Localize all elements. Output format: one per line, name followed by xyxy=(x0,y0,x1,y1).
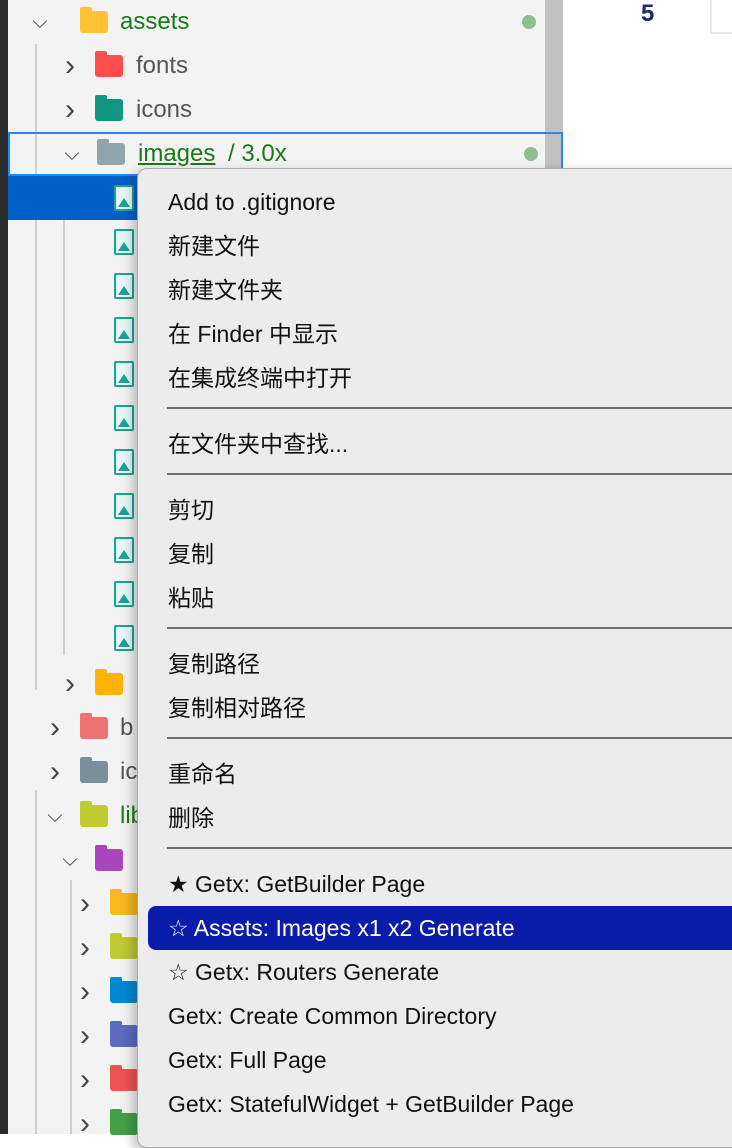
tree-item-label: fonts xyxy=(136,52,189,79)
menu-separator xyxy=(167,473,732,475)
menu-item[interactable]: Getx: Full Page xyxy=(168,1038,327,1082)
chevron-right-icon[interactable]: › xyxy=(60,93,80,127)
folder-purple-icon xyxy=(95,845,123,871)
folder-bag-icon xyxy=(80,713,108,739)
menu-item[interactable]: ☆ Assets: Images x1 x2 Generate xyxy=(148,906,732,950)
chevron-right-icon[interactable]: › xyxy=(45,755,65,789)
folder-i18n-icon xyxy=(110,1021,138,1047)
menu-item[interactable]: 粘贴 xyxy=(168,576,214,620)
menu-item[interactable]: 在 Finder 中显示 xyxy=(168,312,338,356)
menu-item[interactable]: 新建文件 xyxy=(168,224,260,268)
menu-separator xyxy=(167,627,732,629)
tree-item-fonts[interactable]: › fonts xyxy=(8,44,563,88)
context-menu: Add to .gitignore 新建文件 新建文件夹在 Finder 中显示 在集… xyxy=(137,168,732,1148)
menu-item[interactable]: 重命名 xyxy=(168,752,237,796)
tree-item-label: b xyxy=(120,714,134,741)
image-file-icon xyxy=(114,361,134,387)
chevron-down-icon[interactable]: ⌵ xyxy=(45,805,65,828)
menu-separator xyxy=(167,737,732,739)
folder-config-icon xyxy=(95,669,123,695)
chevron-right-icon[interactable]: › xyxy=(75,931,95,965)
chevron-right-icon[interactable]: › xyxy=(75,1107,95,1141)
image-file-icon xyxy=(114,405,134,431)
menu-item[interactable]: ☆ Getx: Routers Generate xyxy=(168,950,439,994)
chevron-right-icon[interactable]: › xyxy=(60,667,80,701)
folder-blue-icon xyxy=(110,977,138,1003)
menu-item[interactable]: 在文件夹中查找... xyxy=(168,422,348,466)
menu-item[interactable]: 复制相对路径 xyxy=(168,686,306,730)
folder-lib-icon xyxy=(80,801,108,827)
menu-item[interactable]: ★ Getx: GetBuilder Page xyxy=(168,862,425,906)
tree-item-assets[interactable]: ⌵ assets xyxy=(8,0,563,44)
menu-item[interactable]: Getx: StatefulWidget + GetBuilder Page xyxy=(168,1082,574,1126)
image-file-icon xyxy=(114,493,134,519)
folder-lime-icon xyxy=(110,933,138,959)
menu-item[interactable]: 新建文件夹 xyxy=(168,268,283,312)
tree-item-label: icons xyxy=(136,96,193,123)
image-file-icon xyxy=(114,537,134,563)
chevron-right-icon[interactable]: › xyxy=(75,887,95,921)
folder-green-icon xyxy=(110,1109,138,1135)
menu-item[interactable]: Add to .gitignore xyxy=(168,180,336,224)
chevron-right-icon[interactable]: › xyxy=(75,1019,95,1053)
git-status-dot xyxy=(524,147,538,161)
tree-item-label: assets xyxy=(120,8,190,35)
image-file-icon xyxy=(114,185,134,211)
tree-item-label: ic xyxy=(120,758,138,785)
menu-separator xyxy=(167,847,732,849)
folder-yellow-icon xyxy=(110,889,138,915)
folder-open-icon xyxy=(97,139,125,165)
menu-item[interactable]: 复制 xyxy=(168,532,214,576)
folder-ios-icon xyxy=(80,757,108,783)
editor-area[interactable] xyxy=(710,0,732,34)
chevron-down-icon[interactable]: ⌵ xyxy=(30,11,50,34)
compact-folder-suffix: / 3.0x xyxy=(228,140,287,167)
activity-bar-edge xyxy=(0,0,8,1134)
chevron-down-icon[interactable]: ⌵ xyxy=(60,849,80,872)
image-file-icon xyxy=(114,317,134,343)
editor-line-number: 5 xyxy=(641,0,655,27)
folder-assets-icon xyxy=(80,7,108,33)
folder-red-icon xyxy=(110,1065,138,1091)
menu-item[interactable]: 在集成终端中打开 xyxy=(168,356,352,400)
folder-fonts-icon xyxy=(95,51,123,77)
menu-separator xyxy=(167,407,732,409)
image-file-icon xyxy=(114,625,134,651)
menu-item[interactable]: 剪切 xyxy=(168,488,214,532)
menu-item[interactable]: Getx: Create Common Directory xyxy=(168,994,496,1038)
tree-item-icons[interactable]: › icons xyxy=(8,88,563,132)
folder-icons-icon xyxy=(95,95,123,121)
git-status-dot xyxy=(522,15,536,29)
chevron-right-icon[interactable]: › xyxy=(45,711,65,745)
image-file-icon xyxy=(114,449,134,475)
chevron-right-icon[interactable]: › xyxy=(60,49,80,83)
menu-item[interactable]: 复制路径 xyxy=(168,642,260,686)
image-file-icon xyxy=(114,229,134,255)
chevron-right-icon[interactable]: › xyxy=(75,1063,95,1097)
chevron-right-icon[interactable]: › xyxy=(75,975,95,1009)
tree-item-label: images xyxy=(138,140,216,167)
image-file-icon xyxy=(114,581,134,607)
chevron-down-icon[interactable]: ⌵ xyxy=(62,143,82,166)
menu-item[interactable]: 删除 xyxy=(168,796,214,840)
image-file-icon xyxy=(114,273,134,299)
